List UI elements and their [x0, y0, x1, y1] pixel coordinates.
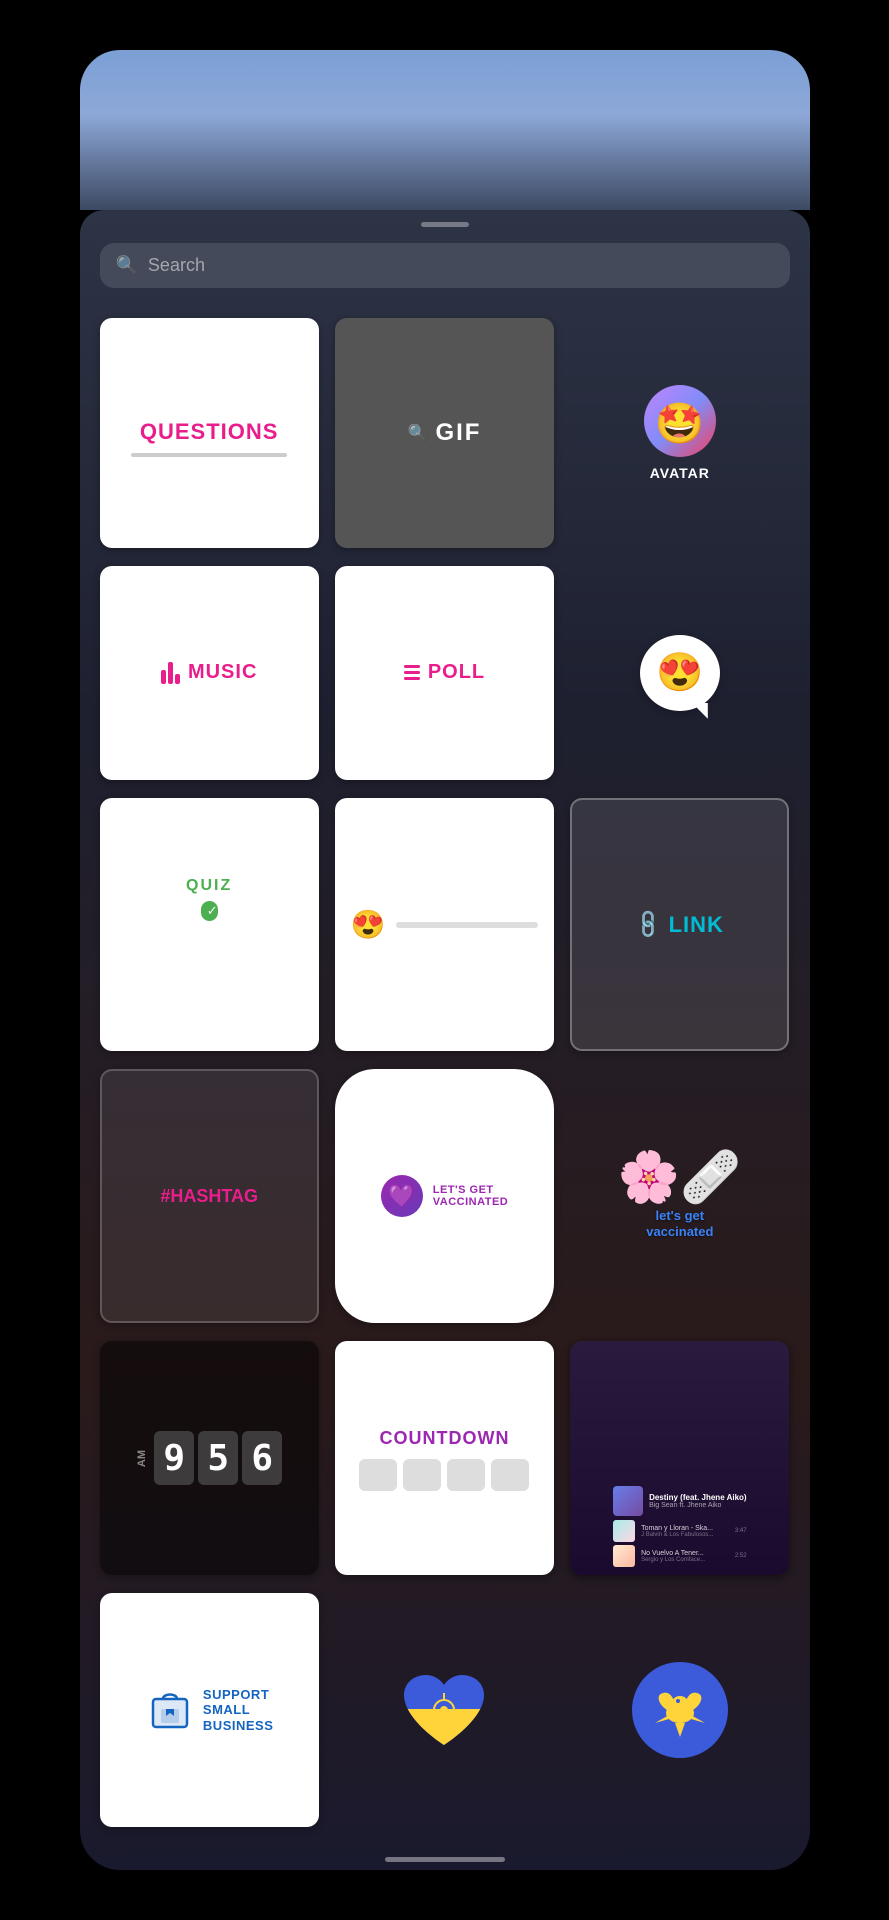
top-area [80, 50, 810, 210]
sticker-support-small-business[interactable]: SUPPORT SMALL BUSINESS [100, 1593, 319, 1827]
poll-label: POLL [428, 661, 485, 684]
support-bag-icon [145, 1683, 195, 1738]
animated-vacc-flower-icon: 🌸🩹 [618, 1152, 743, 1202]
music-now-top: Destiny (feat. Jhene Aiko) Big Sean ft. … [613, 1486, 747, 1516]
music-now-row-1: Toman y Lloran - Ska... J Balvin & Los F… [613, 1520, 747, 1542]
link-label: LINK [669, 912, 724, 938]
sticker-poll[interactable]: POLL [335, 566, 554, 780]
music-now-title: Destiny (feat. Jhene Aiko) [649, 1493, 747, 1502]
avatar-face: 🤩 [655, 400, 705, 447]
clock-hours: 9 [154, 1431, 194, 1485]
gif-label: GIF [435, 419, 481, 447]
music-row-info-2: No Vuelvo A Tener... Sergio y Los Comfac… [641, 1550, 729, 1563]
support-line3: BUSINESS [203, 1718, 273, 1734]
sticker-countdown[interactable]: COUNTDOWN [335, 1341, 554, 1575]
search-placeholder: Search [148, 255, 205, 276]
quiz-option-selected: ✓ [201, 901, 218, 921]
drag-handle[interactable] [421, 222, 469, 227]
home-indicator[interactable] [385, 1857, 505, 1862]
animated-vacc-line2: vaccinated [646, 1224, 713, 1239]
sticker-gif[interactable]: 🔍 GIF [335, 318, 554, 548]
sticker-emoji-reaction[interactable]: 😍 [570, 566, 789, 780]
clock-seconds: 6 [242, 1431, 282, 1485]
sticker-questions[interactable]: QUESTIONS [100, 318, 319, 548]
sticker-animated-vaccinated[interactable]: 🌸🩹 let's get vaccinated [570, 1069, 789, 1323]
vaccinated-icon: 💜 [381, 1175, 423, 1217]
slider-emoji: 😍 [351, 908, 386, 941]
avatar-label: AVATAR [650, 465, 710, 481]
sticker-hashtag[interactable]: #HASHTAG [100, 1069, 319, 1323]
countdown-box-3 [447, 1459, 485, 1491]
music-now-content: Destiny (feat. Jhene Aiko) Big Sean ft. … [605, 1478, 755, 1575]
music-label: MUSIC [188, 661, 257, 684]
search-icon: 🔍 [116, 255, 138, 276]
questions-label: QUESTIONS [140, 419, 279, 445]
sticker-link[interactable]: 🔗 LINK [570, 798, 789, 1052]
chat-bubble: 😍 [640, 635, 720, 711]
music-bars-icon [161, 662, 180, 684]
dove-circle [632, 1662, 728, 1758]
sticker-quiz[interactable]: QUIZ ✓ [100, 798, 319, 1052]
music-row-thumb-2 [613, 1545, 635, 1567]
vaccinated-text: LET'S GET VACCINATED [433, 1184, 508, 1208]
avatar-circle: 🤩 [644, 385, 716, 457]
clock-minutes: 5 [198, 1431, 238, 1485]
countdown-boxes [359, 1459, 529, 1491]
music-now-playlist: Toman y Lloran - Ska... J Balvin & Los F… [613, 1520, 747, 1567]
vaccinated-line1: LET'S GET [433, 1184, 508, 1196]
sticker-music[interactable]: MUSIC [100, 566, 319, 780]
hashtag-label: #HASHTAG [160, 1186, 258, 1207]
music-row-thumb-1 [613, 1520, 635, 1542]
countdown-box-1 [359, 1459, 397, 1491]
questions-underline [131, 453, 287, 457]
vaccinated-line2: VACCINATED [433, 1196, 508, 1208]
sticker-avatar[interactable]: 🤩 AVATAR [570, 318, 789, 548]
slider-fill [396, 922, 439, 928]
music-now-info: Destiny (feat. Jhene Aiko) Big Sean ft. … [649, 1493, 747, 1509]
music-now-artist: Big Sean ft. Jhene Aiko [649, 1502, 747, 1509]
link-chain-icon: 🔗 [631, 907, 666, 942]
sticker-vaccinated[interactable]: 💜 LET'S GET VACCINATED [335, 1069, 554, 1323]
clock-ampm: AM [136, 1450, 148, 1467]
animated-vacc-text: let's get vaccinated [646, 1208, 713, 1242]
phone-frame: 🔍 Search QUESTIONS 🔍 GIF 🤩 AVATAR [80, 50, 810, 1870]
sticker-panel: 🔍 Search QUESTIONS 🔍 GIF 🤩 AVATAR [80, 210, 810, 1870]
music-row-info-1: Toman y Lloran - Ska... J Balvin & Los F… [641, 1525, 729, 1538]
quiz-label: QUIZ [186, 877, 232, 895]
reaction-emoji: 😍 [656, 651, 703, 695]
music-now-thumbnail [613, 1486, 643, 1516]
support-line1: SUPPORT [203, 1687, 273, 1703]
animated-vacc-line1: let's get [656, 1208, 705, 1223]
sticker-slider[interactable]: 😍 [335, 798, 554, 1052]
countdown-label: COUNTDOWN [380, 1428, 510, 1449]
music-now-row-2: No Vuelvo A Tener... Sergio y Los Comfac… [613, 1545, 747, 1567]
sticker-music-now[interactable]: Destiny (feat. Jhene Aiko) Big Sean ft. … [570, 1341, 789, 1575]
countdown-box-2 [403, 1459, 441, 1491]
sticker-dove[interactable] [570, 1593, 789, 1827]
support-line2: SMALL [203, 1702, 273, 1718]
countdown-box-4 [491, 1459, 529, 1491]
sticker-ukraine-heart[interactable] [335, 1593, 554, 1827]
search-bar[interactable]: 🔍 Search [100, 243, 790, 288]
sticker-grid: QUESTIONS 🔍 GIF 🤩 AVATAR M [80, 308, 810, 1847]
sticker-clock[interactable]: AM 9 5 6 [100, 1341, 319, 1575]
slider-track [396, 922, 538, 928]
poll-icon [404, 665, 420, 680]
dove-icon [645, 1675, 715, 1745]
support-text: SUPPORT SMALL BUSINESS [203, 1687, 273, 1734]
gif-search-icon: 🔍 [408, 423, 428, 443]
